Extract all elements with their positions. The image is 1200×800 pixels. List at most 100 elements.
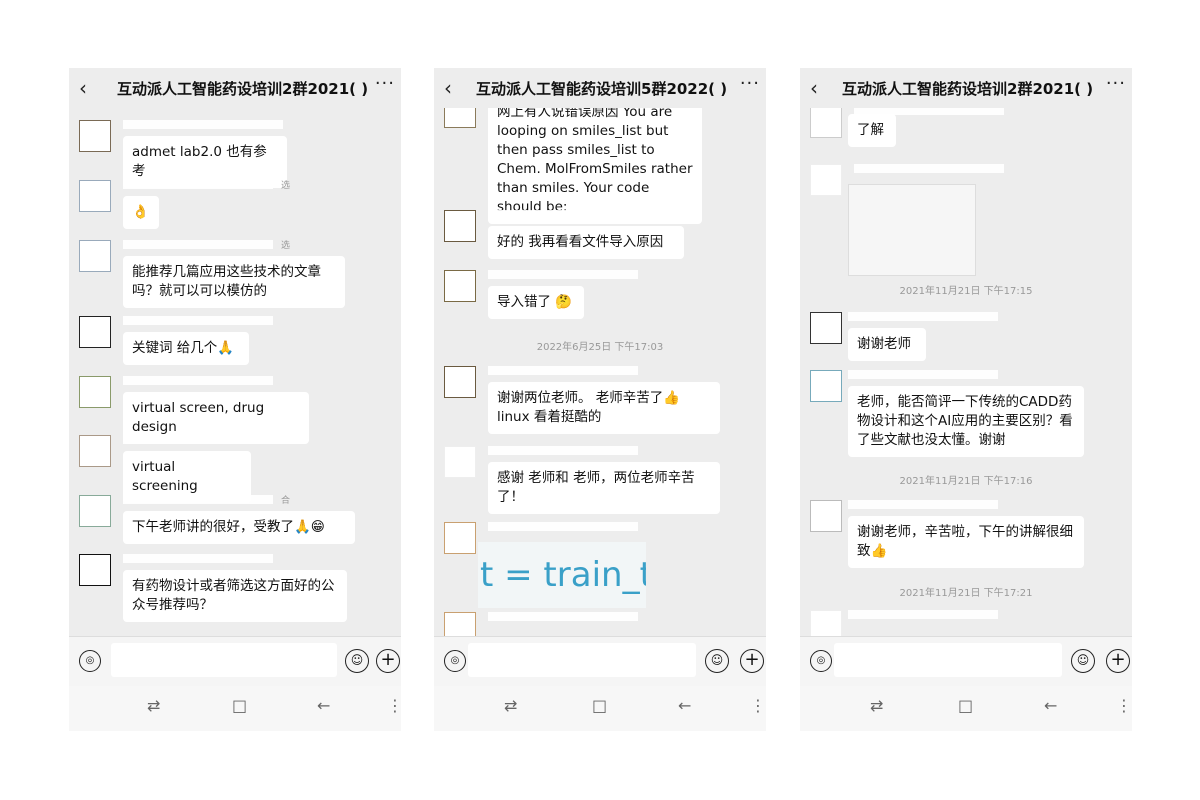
back-icon[interactable]: ←	[317, 696, 330, 715]
message-bubble[interactable]: 好的 我再看看文件导入原因	[488, 226, 684, 259]
avatar[interactable]	[810, 610, 842, 636]
avatar[interactable]	[810, 370, 842, 402]
chat-screen-3: ‹ 互动派人工智能药设培训2群2021( ) ··· 了解 2021年11月21…	[800, 68, 1132, 731]
voice-icon[interactable]: ◎	[444, 650, 466, 672]
home-icon[interactable]: □	[232, 696, 247, 715]
message-bubble[interactable]: 👌	[123, 196, 159, 229]
message-list[interactable]: 了解 2021年11月21日 下午17:15 谢谢老师 老师，能否简评一下传统的…	[800, 108, 1132, 636]
sender-name-suffix: 合	[281, 496, 291, 506]
voice-icon[interactable]: ◎	[810, 650, 832, 672]
more-options-icon[interactable]: ···	[740, 73, 760, 94]
system-nav-bar: ⇄ □ ← ⋮	[69, 686, 401, 731]
avatar[interactable]	[79, 240, 111, 272]
emoji-icon[interactable]: ☺	[1071, 649, 1095, 673]
sender-name-redacted	[123, 376, 273, 385]
timestamp: 2021年11月21日 下午17:15	[899, 286, 1033, 297]
avatar[interactable]	[79, 120, 111, 152]
avatar[interactable]	[810, 164, 842, 196]
message-bubble[interactable]: 老师，能否简评一下传统的CADD药物设计和这个AI应用的主要区别？看了些文献也没…	[848, 386, 1084, 457]
sender-name-redacted	[123, 495, 273, 504]
home-icon[interactable]: □	[958, 696, 973, 715]
emoji-icon[interactable]: ☺	[345, 649, 369, 673]
back-arrow-icon[interactable]: ‹	[444, 76, 452, 100]
timestamp: 2021年11月21日 下午17:21	[899, 588, 1033, 599]
avatar[interactable]	[444, 108, 476, 128]
sender-name-redacted	[123, 240, 273, 249]
back-icon[interactable]: ←	[678, 696, 691, 715]
sender-name-redacted	[488, 446, 638, 455]
menu-icon[interactable]: ⋮	[387, 696, 401, 715]
avatar[interactable]	[444, 270, 476, 302]
avatar[interactable]	[810, 312, 842, 344]
more-options-icon[interactable]: ···	[1106, 73, 1126, 94]
message-list[interactable]: 网上有人说错误原因 You are looping on smiles_list…	[434, 108, 766, 636]
message-bubble[interactable]: 下午老师讲的很好，受教了🙏😁	[123, 511, 355, 544]
message-bubble[interactable]: 导入错了 🤔	[488, 286, 584, 319]
avatar[interactable]	[810, 500, 842, 532]
message-input[interactable]	[834, 643, 1062, 677]
chat-screen-2: ‹ 互动派人工智能药设培训5群2022( ) ··· 网上有人说错误原因 You…	[434, 68, 766, 731]
avatar[interactable]	[79, 180, 111, 212]
avatar[interactable]	[444, 210, 476, 242]
avatar[interactable]	[444, 366, 476, 398]
input-bar: ◎ ☺ +	[800, 636, 1132, 687]
sender-name-redacted	[488, 612, 638, 621]
sender-name-redacted	[123, 435, 273, 444]
sender-name-redacted	[488, 270, 638, 279]
plus-icon[interactable]: +	[1106, 649, 1130, 673]
avatar[interactable]	[444, 446, 476, 478]
sender-name-suffix: 选	[281, 241, 291, 251]
message-input[interactable]	[111, 643, 337, 677]
sender-name-redacted	[854, 164, 1004, 173]
avatar[interactable]	[79, 316, 111, 348]
more-options-icon[interactable]: ···	[375, 73, 395, 94]
message-input[interactable]	[468, 643, 696, 677]
sender-name-redacted	[848, 610, 998, 619]
avatar[interactable]	[444, 522, 476, 554]
message-bubble[interactable]: 能推荐几篇应用这些技术的文章吗？就可以可以模仿的	[123, 256, 345, 308]
avatar[interactable]	[444, 612, 476, 636]
message-bubble[interactable]: 关键词 给几个🙏	[123, 332, 249, 365]
sender-name-redacted	[488, 210, 638, 219]
home-icon[interactable]: □	[592, 696, 607, 715]
chat-header: ‹ 互动派人工智能药设培训5群2022( ) ···	[434, 68, 766, 108]
message-bubble[interactable]: 感谢 老师和 老师，两位老师辛苦了！	[488, 462, 720, 514]
emoji-icon[interactable]: ☺	[705, 649, 729, 673]
message-bubble[interactable]: 有药物设计或者筛选这方面好的公众号推荐吗？	[123, 570, 347, 622]
avatar[interactable]	[79, 435, 111, 467]
switch-apps-icon[interactable]: ⇄	[870, 696, 883, 715]
sender-name-redacted	[123, 120, 283, 129]
switch-apps-icon[interactable]: ⇄	[504, 696, 517, 715]
message-list[interactable]: admet lab2.0 也有参考 选 👌 选 能推荐几篇应用这些技术的文章吗？…	[69, 108, 401, 636]
plus-icon[interactable]: +	[376, 649, 400, 673]
back-arrow-icon[interactable]: ‹	[79, 76, 87, 100]
image-message[interactable]: t = train_te	[478, 542, 646, 608]
back-arrow-icon[interactable]: ‹	[810, 76, 818, 100]
timestamp: 2021年11月21日 下午17:16	[899, 476, 1033, 487]
input-bar: ◎ ☺ +	[434, 636, 766, 687]
avatar[interactable]	[79, 376, 111, 408]
sender-name-redacted	[848, 312, 998, 321]
plus-icon[interactable]: +	[740, 649, 764, 673]
voice-icon[interactable]: ◎	[79, 650, 101, 672]
timestamp: 2022年6月25日 下午17:03	[536, 342, 664, 353]
input-bar: ◎ ☺ +	[69, 636, 401, 687]
chat-header: ‹ 互动派人工智能药设培训2群2021( ) ···	[800, 68, 1132, 108]
menu-icon[interactable]: ⋮	[750, 696, 766, 715]
back-icon[interactable]: ←	[1044, 696, 1057, 715]
chat-title: 互动派人工智能药设培训5群2022( )	[476, 80, 728, 98]
sender-name-redacted	[123, 180, 273, 189]
avatar[interactable]	[79, 495, 111, 527]
avatar[interactable]	[79, 554, 111, 586]
message-bubble[interactable]: 谢谢老师	[848, 328, 926, 361]
menu-icon[interactable]: ⋮	[1116, 696, 1132, 715]
message-bubble[interactable]: 了解	[848, 114, 896, 147]
message-bubble[interactable]: 网上有人说错误原因 You are looping on smiles_list…	[488, 108, 702, 224]
message-bubble[interactable]: 谢谢两位老师。 老师辛苦了👍 linux 看着挺酷的	[488, 382, 720, 434]
sender-name-redacted	[488, 522, 638, 531]
switch-apps-icon[interactable]: ⇄	[147, 696, 160, 715]
message-bubble[interactable]: 谢谢老师，辛苦啦，下午的讲解很细致👍	[848, 516, 1084, 568]
avatar[interactable]	[810, 108, 842, 138]
sender-name-redacted	[488, 366, 638, 375]
screenshot-image-message[interactable]	[848, 184, 976, 276]
